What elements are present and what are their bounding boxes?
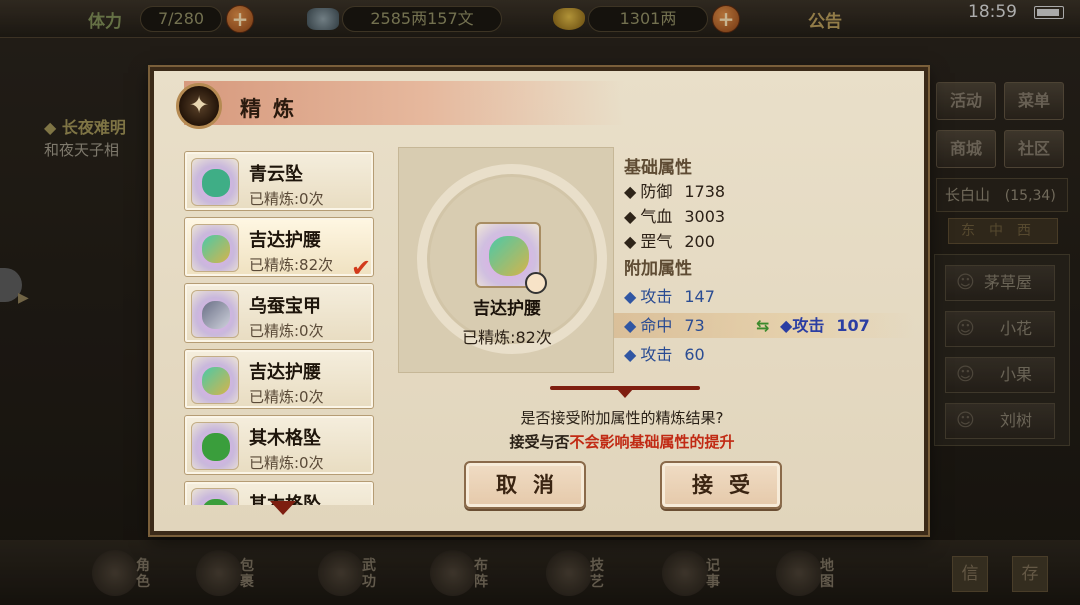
attr-name: 攻击 xyxy=(640,287,673,306)
item-name: 青云坠 xyxy=(249,164,303,185)
attr-value: 200 xyxy=(684,232,715,251)
attr-value: 147 xyxy=(684,287,715,306)
attr-name: 罡气 xyxy=(640,232,673,251)
attr-value: 3003 xyxy=(684,207,726,226)
item-refined: 已精炼:0次 xyxy=(249,322,324,340)
attr-name: 防御 xyxy=(640,182,673,201)
item-refined: 已精炼:82次 xyxy=(249,256,334,274)
refine-dialog: ✦ 精炼 青云坠 已精炼:0次 吉达护腰 已精炼:82次 ✔ 乌蚕宝甲 已精炼:… xyxy=(150,67,928,535)
note-highlight: 不会影响基础属性的提升 xyxy=(569,433,735,451)
scroll-down-icon[interactable] xyxy=(270,501,296,515)
item-detail-panel: 吉达护腰 已精炼:82次 xyxy=(398,147,614,373)
pendant-icon xyxy=(191,158,239,206)
pendant-icon xyxy=(191,488,239,505)
item-name: 乌蚕宝甲 xyxy=(249,296,321,317)
attr-name: 气血 xyxy=(640,207,673,226)
item-name: 吉达护腰 xyxy=(249,230,321,251)
belt-icon xyxy=(191,356,239,404)
item-refined: 已精炼:0次 xyxy=(249,388,324,406)
new-attr-value: 107 xyxy=(836,316,870,335)
attr-value: 1738 xyxy=(684,182,726,201)
equipment-item-selected[interactable]: 吉达护腰 已精炼:82次 ✔ xyxy=(184,217,374,282)
accept-button[interactable]: 接受 xyxy=(660,461,782,509)
checkmark-icon: ✔ xyxy=(351,254,372,282)
pendant-icon xyxy=(191,422,239,470)
item-refined: 已精炼:0次 xyxy=(249,454,324,472)
detail-refined: 已精炼:82次 xyxy=(462,328,552,347)
base-attr-row: ◆ 防御 1738 xyxy=(624,182,726,201)
base-attr-title: 基础属性 xyxy=(624,158,692,178)
attr-value: 60 xyxy=(684,345,705,364)
extra-attr-title: 附加属性 xyxy=(624,259,692,279)
swap-icon: ⇆ xyxy=(756,316,770,335)
attr-name: 命中 xyxy=(640,316,673,335)
note-prefix: 接受与否 xyxy=(509,433,570,451)
equipment-item[interactable]: 吉达护腰 已精炼:0次 xyxy=(184,349,374,409)
refine-icon: ✦ xyxy=(176,83,222,129)
equipment-item[interactable]: 乌蚕宝甲 已精炼:0次 xyxy=(184,283,374,343)
base-attr-row: ◆ 罡气 200 xyxy=(624,232,715,251)
extra-attr-row-changed: ◆ 命中 73 ⇆ ◆攻击 107 xyxy=(614,313,914,338)
extra-attr-row: ◆ 攻击 60 xyxy=(624,345,705,364)
dialog-title: 精炼 xyxy=(240,97,306,121)
base-attr-row: ◆ 气血 3003 xyxy=(624,207,726,226)
item-refined: 已精炼:0次 xyxy=(249,190,324,208)
equipment-list[interactable]: 青云坠 已精炼:0次 吉达护腰 已精炼:82次 ✔ 乌蚕宝甲 已精炼:0次 吉达… xyxy=(180,145,376,505)
belt-icon xyxy=(475,222,547,294)
divider xyxy=(550,386,700,390)
extra-attr-row: ◆ 攻击 147 xyxy=(624,287,715,306)
attr-name: 攻击 xyxy=(640,345,673,364)
new-attr-name: 攻击 xyxy=(792,316,825,335)
item-name: 其木格坠 xyxy=(249,428,321,449)
item-name: 吉达护腰 xyxy=(249,362,321,383)
confirm-note: 接受与否不会影响基础属性的提升 xyxy=(422,431,822,452)
equipment-item[interactable]: 青云坠 已精炼:0次 xyxy=(184,151,374,211)
attr-value: 73 xyxy=(684,316,705,335)
confirm-question: 是否接受附加属性的精炼结果? xyxy=(520,409,724,427)
character-avatar-icon xyxy=(525,272,547,294)
cancel-button[interactable]: 取消 xyxy=(464,461,586,509)
belt-icon xyxy=(191,224,239,272)
attribute-panel: 基础属性 ◆ 防御 1738 ◆ 气血 3003 ◆ 罡气 200 附加属性 ◆ 攻击 147 … xyxy=(614,153,914,367)
detail-name: 吉达护腰 xyxy=(473,299,541,319)
equipment-item[interactable]: 其木格坠 已精炼:0次 xyxy=(184,415,374,475)
armor-icon xyxy=(191,290,239,338)
new-attr: ◆攻击 107 xyxy=(780,316,870,335)
